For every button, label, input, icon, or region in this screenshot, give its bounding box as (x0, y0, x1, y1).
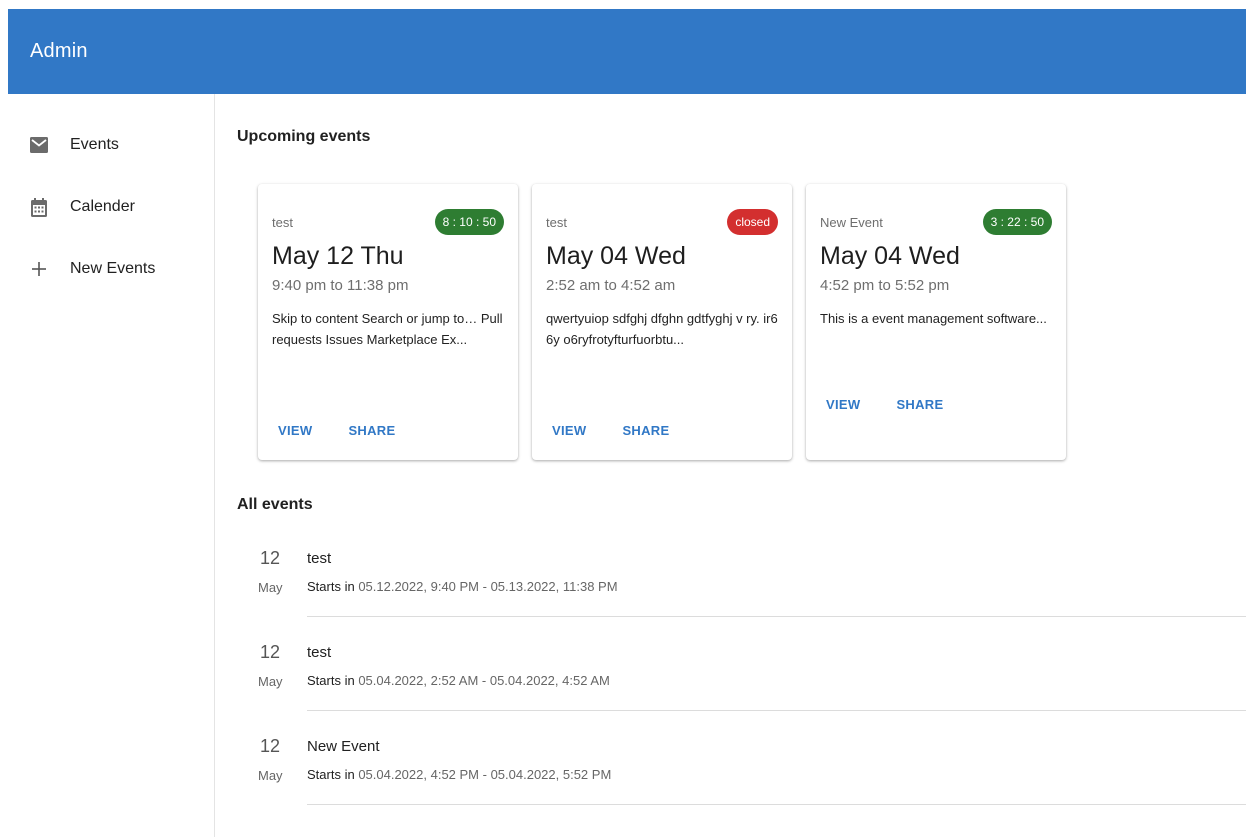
event-card-date: May 04 Wed (820, 242, 960, 270)
sidebar-item-events[interactable]: Events (8, 114, 214, 176)
divider (307, 616, 1246, 617)
starts-in-label: Starts in (307, 579, 355, 594)
plus-icon (8, 261, 70, 277)
sidebar-item-label: Calender (70, 198, 135, 215)
list-item[interactable]: 12 May test Starts in 05.04.2022, 2:52 A… (258, 630, 1246, 724)
event-month: May (258, 580, 283, 595)
sidebar-item-new-events[interactable]: New Events (8, 238, 214, 300)
app-title: Admin (30, 40, 88, 62)
view-button[interactable]: VIEW (820, 397, 866, 412)
event-title: test (307, 550, 332, 567)
event-card-date: May 12 Thu (272, 242, 404, 270)
event-card: New Event 3 : 22 : 50 May 04 Wed 4:52 pm… (806, 184, 1066, 460)
event-card-name: test (272, 214, 293, 230)
event-card-time: 4:52 pm to 5:52 pm (820, 277, 950, 294)
event-day: 12 (259, 548, 281, 568)
event-day: 12 (259, 642, 281, 662)
share-button[interactable]: SHARE (890, 397, 949, 412)
app-bar: Admin (8, 9, 1246, 94)
list-item[interactable]: 12 May New Event Starts in 05.04.2022, 4… (258, 724, 1246, 818)
event-range: 05.12.2022, 9:40 PM - 05.13.2022, 11:38 … (358, 579, 618, 594)
event-card: test 8 : 10 : 50 May 12 Thu 9:40 pm to 1… (258, 184, 518, 460)
event-card-time: 9:40 pm to 11:38 pm (272, 277, 409, 294)
list-item[interactable]: 12 May test Starts in 05.12.2022, 9:40 P… (258, 536, 1246, 630)
calendar-icon (8, 197, 70, 217)
all-events-heading: All events (237, 496, 313, 513)
sidebar: Events Calender New Events (8, 94, 215, 837)
starts-in-label: Starts in (307, 673, 355, 688)
mail-icon (8, 137, 70, 153)
view-button[interactable]: VIEW (272, 423, 318, 438)
event-card-description: Skip to content Search or jump to… Pull … (272, 311, 503, 347)
divider (307, 710, 1246, 711)
sidebar-item-label: New Events (70, 260, 156, 277)
upcoming-events-heading: Upcoming events (237, 128, 371, 145)
event-card-name: test (546, 214, 567, 230)
event-card-description: qwertyuiop sdfghj dfghn gdtfyghj v ry. i… (546, 311, 778, 347)
view-button[interactable]: VIEW (546, 423, 592, 438)
status-badge: closed (727, 209, 778, 235)
event-title: New Event (307, 738, 380, 755)
starts-in-label: Starts in (307, 767, 355, 782)
share-button[interactable]: SHARE (342, 423, 401, 438)
main-content: Upcoming events test 8 : 10 : 50 May 12 … (237, 94, 1246, 837)
event-schedule: Starts in 05.04.2022, 2:52 AM - 05.04.20… (307, 673, 610, 688)
countdown-badge: 3 : 22 : 50 (982, 209, 1052, 235)
event-range: 05.04.2022, 4:52 PM - 05.04.2022, 5:52 P… (358, 767, 612, 782)
event-schedule: Starts in 05.04.2022, 4:52 PM - 05.04.20… (307, 767, 611, 782)
upcoming-events-cards: test 8 : 10 : 50 May 12 Thu 9:40 pm to 1… (258, 184, 1066, 460)
event-card: test closed May 04 Wed 2:52 am to 4:52 a… (532, 184, 792, 460)
event-range: 05.04.2022, 2:52 AM - 05.04.2022, 4:52 A… (358, 673, 610, 688)
share-button[interactable]: SHARE (616, 423, 675, 438)
event-month: May (258, 674, 283, 689)
event-card-date: May 04 Wed (546, 242, 686, 270)
event-title: test (307, 644, 332, 661)
app-frame: Admin Events Calender New Events Upcomin… (8, 9, 1246, 837)
countdown-badge: 8 : 10 : 50 (434, 209, 504, 235)
event-day: 12 (259, 736, 281, 756)
event-month: May (258, 768, 283, 783)
sidebar-item-calender[interactable]: Calender (8, 176, 214, 238)
event-card-time: 2:52 am to 4:52 am (546, 277, 676, 294)
divider (307, 804, 1246, 805)
event-card-name: New Event (820, 214, 883, 230)
all-events-list: 12 May test Starts in 05.12.2022, 9:40 P… (258, 536, 1246, 818)
event-card-description: This is a event management software... (820, 311, 1047, 326)
event-schedule: Starts in 05.12.2022, 9:40 PM - 05.13.20… (307, 579, 618, 594)
sidebar-item-label: Events (70, 136, 119, 153)
